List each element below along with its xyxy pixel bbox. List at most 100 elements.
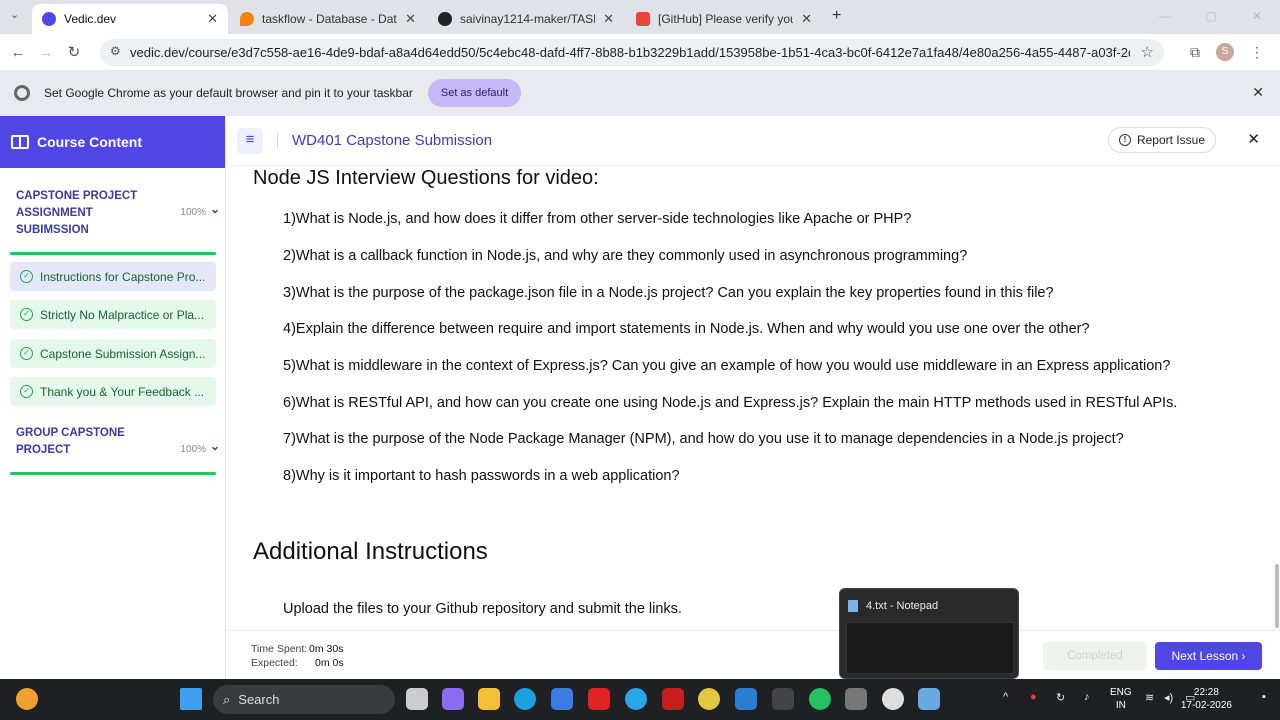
lesson-content: Node JS Interview Questions for video: 1… [227, 166, 1280, 630]
time-spent-value: 0m 30s [309, 643, 344, 655]
back-icon[interactable]: ← [4, 44, 32, 61]
windows-taskbar: ⌕ Search ^ ● ↻ ♪ ENG IN ≋ ◂) ▭ 22:28 17-… [0, 679, 1280, 720]
chevron-up-icon[interactable]: ^ [1003, 691, 1008, 703]
profile-avatar[interactable]: S [1216, 43, 1234, 61]
gmail-icon [636, 12, 650, 26]
security-tray-icon[interactable]: ● [1030, 691, 1037, 703]
app-red-icon[interactable] [588, 688, 610, 710]
hamburger-menu-icon[interactable]: ≡ [237, 127, 263, 154]
close-lesson-icon[interactable]: ✕ [1247, 130, 1260, 148]
forward-icon[interactable]: → [32, 44, 60, 61]
sync-tray-icon[interactable]: ↻ [1056, 691, 1065, 704]
site-info-icon[interactable]: ⚙ [110, 44, 121, 58]
copilot-icon[interactable] [442, 688, 464, 710]
file-explorer-icon[interactable] [478, 688, 500, 710]
microphone-icon[interactable]: ♪ [1084, 691, 1090, 703]
completed-button[interactable]: Completed [1043, 642, 1147, 670]
chevron-down-icon[interactable]: ⌄ [210, 201, 220, 218]
mcafee-icon[interactable] [662, 688, 684, 710]
expected-value: 0m 0s [315, 657, 344, 669]
tab-firebase[interactable]: taskflow - Database - Data - Fir ✕ [230, 4, 426, 34]
maximize-icon[interactable]: ▢ [1188, 0, 1234, 34]
lesson-item[interactable]: ✓ Capstone Submission Assign... [10, 339, 216, 368]
notepad-preview[interactable]: 4.txt - Notepad [839, 588, 1019, 679]
region-code: IN [1115, 700, 1126, 711]
check-circle-icon: ✓ [20, 270, 33, 283]
course-sidebar: Course Content CAPSTONE PROJECT ASSIGNME… [0, 116, 226, 679]
lesson-item[interactable]: ✓ Thank you & Your Feedback ... [10, 377, 216, 406]
notifications-icon[interactable]: ▪ [1262, 691, 1266, 703]
wifi-icon[interactable]: ≋ [1145, 691, 1154, 704]
close-window-icon[interactable]: ✕ [1234, 0, 1280, 34]
tab-github[interactable]: saivinay1214-maker/TASKFLOW ✕ [428, 4, 624, 34]
search-label: Search [238, 692, 280, 707]
system-clock[interactable]: 22:28 17-02-2026 [1181, 686, 1232, 712]
lesson-topbar: ≡ WD401 Capstone Submission ! Report Iss… [227, 116, 1280, 166]
bookmark-star-icon[interactable]: ☆ [1141, 43, 1154, 61]
section-capstone-assignment[interactable]: CAPSTONE PROJECT ASSIGNMENT SUBIMSSION 1… [16, 188, 220, 239]
address-bar[interactable]: ⚙ vedic.dev/course/e3d7c558-ae16-4de9-bd… [100, 39, 1164, 66]
report-issue-button[interactable]: ! Report Issue [1107, 127, 1216, 153]
terminal-icon[interactable] [772, 688, 794, 710]
next-lesson-button[interactable]: Next Lesson › [1155, 642, 1262, 670]
set-default-button[interactable]: Set as default [427, 79, 522, 107]
menu-kebab-icon[interactable]: ⋮ [1250, 44, 1264, 61]
lesson-item[interactable]: ✓ Strictly No Malpractice or Pla... [10, 300, 216, 329]
question-item: 8)Why is it important to hash passwords … [283, 468, 680, 484]
volume-icon[interactable]: ◂) [1164, 691, 1173, 704]
lesson-label: Instructions for Capstone Pro... [40, 269, 206, 284]
section-group-capstone[interactable]: GROUP CAPSTONE PROJECT 100% ⌄ [16, 425, 220, 459]
close-tab-icon[interactable]: ✕ [801, 11, 812, 27]
weather-icon[interactable] [16, 688, 38, 710]
check-circle-icon: ✓ [20, 308, 33, 321]
language-indicator[interactable]: ENG IN [1110, 686, 1132, 712]
scrollbar-thumb[interactable] [1275, 564, 1279, 628]
clock-date: 17-02-2026 [1180, 700, 1232, 711]
window-controls: — ▢ ✕ [1142, 0, 1280, 34]
tab-title: saivinay1214-maker/TASKFLOW [460, 12, 595, 26]
clock-time: 22:28 [1193, 687, 1219, 698]
close-tab-icon[interactable]: ✕ [405, 11, 416, 27]
task-view-icon[interactable] [406, 688, 428, 710]
section-progress: 100% [180, 207, 206, 218]
notepad-taskbar-icon[interactable] [918, 688, 940, 710]
search-icon: ⌕ [223, 691, 231, 707]
question-item: 7)What is the purpose of the Node Packag… [283, 431, 1124, 447]
taskbar-search[interactable]: ⌕ Search [213, 685, 395, 714]
close-tab-icon[interactable]: ✕ [603, 11, 614, 27]
scrollbar[interactable] [1274, 166, 1280, 630]
lesson-title: WD401 Capstone Submission [277, 132, 492, 149]
store-icon[interactable] [551, 688, 573, 710]
notepad-icon [848, 600, 858, 612]
app-grey-icon[interactable] [845, 688, 867, 710]
question-item: 1)What is Node.js, and how does it diffe… [283, 211, 912, 227]
github-icon [438, 12, 452, 26]
tab-vedic[interactable]: Vedic.dev ✕ [32, 4, 228, 34]
new-tab-button[interactable]: + [832, 7, 841, 25]
section-name: CAPSTONE PROJECT ASSIGNMENT SUBIMSSION [16, 190, 138, 236]
tab-search-icon[interactable]: ⌄ [10, 8, 19, 21]
question-item: 3)What is the purpose of the package.jso… [283, 285, 1054, 301]
app-blue-icon[interactable] [625, 688, 647, 710]
infobar-close-icon[interactable]: ✕ [1252, 84, 1264, 101]
preview-title: 4.txt - Notepad [866, 600, 939, 612]
minimize-icon[interactable]: — [1142, 0, 1188, 34]
chatgpt-icon[interactable] [882, 688, 904, 710]
browser-toolbar: ← → ↻ ⚙ vedic.dev/course/e3d7c558-ae16-4… [0, 34, 1280, 70]
question-item: 4)Explain the difference between require… [283, 321, 1090, 337]
lesson-item[interactable]: ✓ Instructions for Capstone Pro... [10, 262, 216, 291]
infobar-message: Set Google Chrome as your default browse… [44, 86, 413, 100]
vscode-icon[interactable] [735, 688, 757, 710]
default-browser-infobar: Set Google Chrome as your default browse… [0, 70, 1280, 116]
edge-icon[interactable] [514, 688, 536, 710]
questions-heading: Node JS Interview Questions for video: [253, 167, 599, 189]
reload-icon[interactable]: ↻ [60, 43, 88, 61]
close-tab-icon[interactable]: ✕ [207, 11, 218, 27]
chrome-taskbar-icon[interactable] [698, 688, 720, 710]
extensions-icon[interactable]: ⧉ [1190, 44, 1200, 61]
whatsapp-icon[interactable] [809, 688, 831, 710]
tab-gmail[interactable]: [GitHub] Please verify your dev ✕ [626, 4, 822, 34]
lesson-footer: Time Spent: 0m 30s Expected: 0m 0s Compl… [227, 630, 1280, 679]
chevron-down-icon[interactable]: ⌄ [210, 438, 220, 455]
start-windows-icon[interactable] [180, 688, 202, 710]
